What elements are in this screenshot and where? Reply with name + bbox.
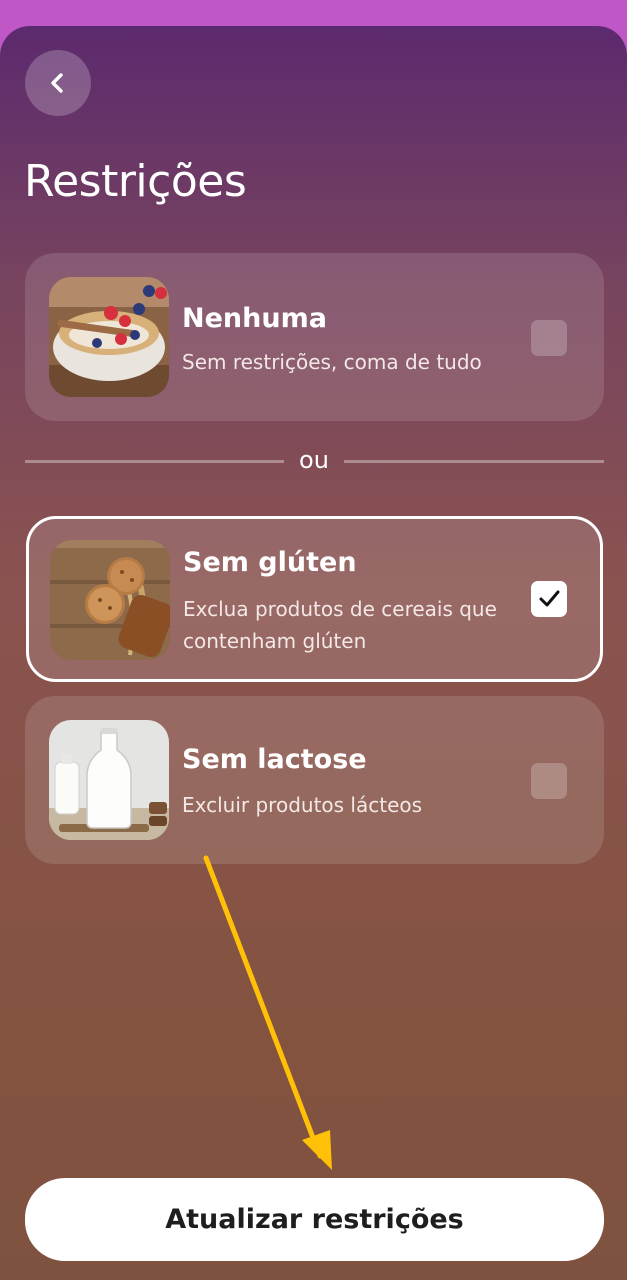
page-title: Restrições <box>24 156 247 207</box>
checkmark-icon <box>539 590 560 607</box>
option-card-sem-lactose[interactable]: Sem lactose Excluir produtos lácteos <box>25 696 604 864</box>
option-checkbox[interactable] <box>531 320 567 356</box>
milk-bottles-image <box>49 720 169 840</box>
update-restrictions-button[interactable]: Atualizar restrições <box>25 1178 604 1261</box>
restrictions-sheet: Restrições Nenhuma Sem restrições, coma … <box>0 26 627 1280</box>
separator-line-right <box>344 460 604 463</box>
option-card-sem-gluten[interactable]: Sem glúten Exclua produtos de cereais qu… <box>26 516 603 682</box>
option-checkbox[interactable] <box>531 581 567 617</box>
option-subtitle: Exclua produtos de cereais que contenham… <box>183 597 497 653</box>
separator-line-left <box>25 460 284 463</box>
option-checkbox[interactable] <box>531 763 567 799</box>
option-title: Nenhuma <box>182 303 327 334</box>
option-card-nenhuma[interactable]: Nenhuma Sem restrições, coma de tudo <box>25 253 604 421</box>
option-title: Sem glúten <box>183 547 357 578</box>
cookies-bread-image <box>50 540 170 660</box>
option-title: Sem lactose <box>182 744 367 775</box>
annotation-arrow <box>203 855 332 1170</box>
back-button[interactable] <box>25 50 91 116</box>
option-subtitle: Excluir produtos lácteos <box>182 793 423 817</box>
granola-bowl-image <box>49 277 169 397</box>
chevron-left-icon <box>51 73 63 93</box>
option-subtitle: Sem restrições, coma de tudo <box>182 350 482 374</box>
